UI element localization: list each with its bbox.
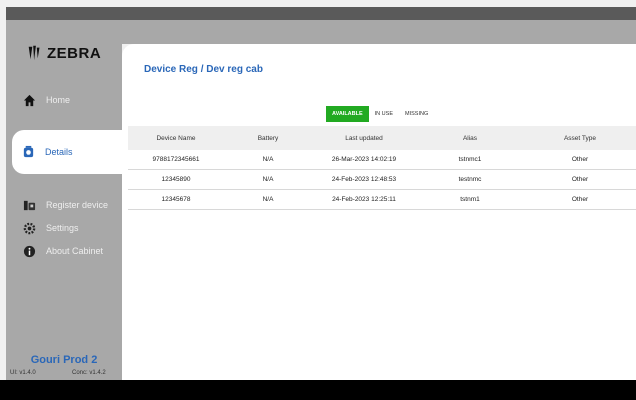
- column-header-alias[interactable]: Alias: [416, 135, 524, 142]
- column-header-last-updated[interactable]: Last updated: [312, 135, 416, 142]
- tab-available[interactable]: AVAILABLE: [326, 106, 369, 122]
- tab-in-use[interactable]: IN USE: [369, 106, 399, 122]
- sidebar-item-label: Home: [46, 95, 71, 105]
- cell-asset-type: Other: [571, 196, 589, 203]
- cell-battery: N/A: [262, 156, 274, 163]
- cell-alias: testnmc: [458, 176, 482, 183]
- status-tabs: AVAILABLE IN USE MISSING: [326, 106, 434, 122]
- cell-device-name: 12345890: [161, 176, 191, 183]
- table-row[interactable]: 12345678 N/A 24-Feb-2023 12:25:11 tstnm1…: [128, 190, 636, 210]
- sidebar-item-register-device[interactable]: Register device: [6, 194, 122, 216]
- conc-version: Conc: v1.4.2: [72, 370, 106, 376]
- ui-version: UI: v1.4.0: [10, 370, 36, 376]
- cell-alias: tstnmc1: [458, 156, 482, 163]
- sidebar-item-label: Register device: [46, 200, 109, 210]
- cell-last-updated: 24-Feb-2023 12:25:11: [332, 196, 396, 203]
- top-bar: [6, 7, 636, 20]
- zebra-logo: ZEBRA: [26, 44, 101, 62]
- sidebar-item-label: About Cabinet: [46, 246, 104, 256]
- zebra-logo-icon: [28, 45, 40, 61]
- device-icon: [22, 145, 35, 160]
- cell-last-updated: 24-Feb-2023 12:48:53: [331, 176, 397, 183]
- cabinet-name: Gouri Prod 2: [30, 354, 98, 366]
- column-header-battery[interactable]: Battery: [224, 135, 312, 142]
- sidebar-item-details[interactable]: Details: [12, 130, 128, 174]
- logo-text: ZEBRA: [47, 44, 102, 62]
- cell-alias: tstnm1: [460, 196, 480, 203]
- settings-icon: [22, 221, 36, 235]
- bottom-bar: [0, 380, 636, 400]
- column-header-asset-type[interactable]: Asset Type: [524, 135, 636, 142]
- table-header: Device Name Battery Last updated Alias A…: [128, 126, 636, 150]
- cell-battery: N/A: [262, 176, 274, 183]
- cell-last-updated: 26-Mar-2023 14:02:19: [331, 156, 397, 163]
- sidebar-item-label: Details: [45, 147, 73, 157]
- page-title: Device Reg / Dev reg cab: [144, 64, 263, 75]
- sidebar-item-home[interactable]: Home: [6, 89, 122, 111]
- cell-device-name: 12345678: [161, 196, 191, 203]
- sidebar-item-label: Settings: [46, 223, 79, 233]
- column-header-device-name[interactable]: Device Name: [128, 135, 224, 142]
- app-frame: ZEBRA Home Details Register device Setti…: [0, 0, 636, 400]
- register-device-icon: [22, 198, 36, 212]
- main-content: Device Reg / Dev reg cab AVAILABLE IN US…: [122, 44, 636, 380]
- info-icon: [22, 244, 36, 258]
- table-row[interactable]: 9788172345661 N/A 26-Mar-2023 14:02:19 t…: [128, 150, 636, 170]
- sidebar-item-settings[interactable]: Settings: [6, 217, 122, 239]
- table-row[interactable]: 12345890 N/A 24-Feb-2023 12:48:53 testnm…: [128, 170, 636, 190]
- cell-asset-type: Other: [571, 176, 589, 183]
- cell-battery: N/A: [262, 196, 274, 203]
- home-icon: [22, 93, 36, 107]
- cell-device-name: 9788172345661: [152, 156, 200, 163]
- device-table: Device Name Battery Last updated Alias A…: [128, 126, 636, 210]
- tab-missing[interactable]: MISSING: [399, 106, 434, 122]
- sidebar-item-about-cabinet[interactable]: About Cabinet: [6, 240, 122, 262]
- cell-asset-type: Other: [571, 156, 589, 163]
